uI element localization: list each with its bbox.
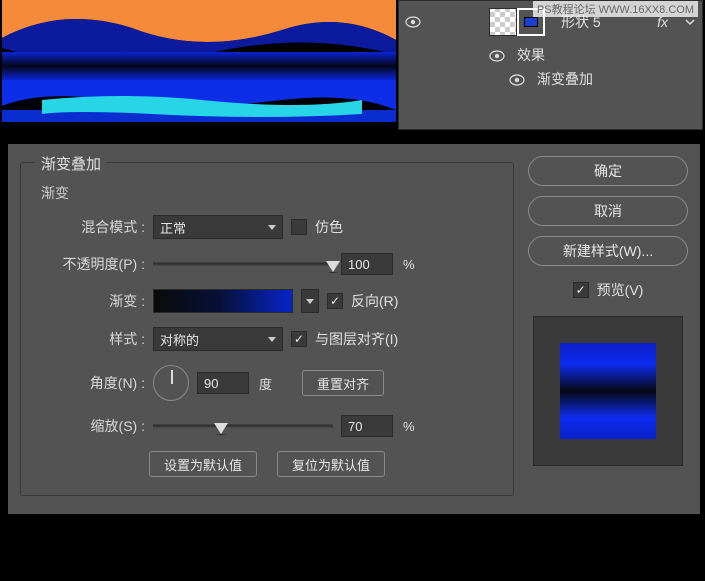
layer-thumbnail[interactable] <box>489 8 517 36</box>
scale-label: 缩放(S) : <box>37 416 145 436</box>
gradient-label: 渐变 : <box>37 291 145 311</box>
blend-mode-label: 混合模式 : <box>37 217 145 237</box>
gradient-swatch[interactable] <box>153 289 293 313</box>
angle-unit: 度 <box>259 374 272 393</box>
new-style-button[interactable]: 新建样式(W)... <box>528 236 688 266</box>
blend-mode-select[interactable]: 正常 <box>153 215 283 239</box>
artwork-preview <box>2 0 396 122</box>
ok-button[interactable]: 确定 <box>528 156 688 186</box>
align-checkbox[interactable] <box>291 331 307 347</box>
scale-unit: % <box>403 419 415 434</box>
layers-panel: PS教程论坛 WWW.16XX8.COM 形状 5 fx 效果 渐变叠加 <box>398 0 703 130</box>
chevron-down-icon <box>268 225 276 230</box>
scale-slider[interactable] <box>153 416 333 436</box>
gradient-overlay-group: 渐变叠加 渐变 混合模式 : 正常 仿色 不透明度(P) : <box>20 162 514 496</box>
gradient-dropdown[interactable] <box>301 289 319 313</box>
effects-label: 效果 <box>517 45 545 65</box>
sub-title: 渐变 <box>41 183 497 203</box>
effect-item-gradient-overlay[interactable]: 渐变叠加 <box>399 67 702 91</box>
layer-style-dialog: 渐变叠加 渐变 混合模式 : 正常 仿色 不透明度(P) : <box>8 144 700 514</box>
cancel-button[interactable]: 取消 <box>528 196 688 226</box>
set-default-button[interactable]: 设置为默认值 <box>149 451 257 477</box>
scale-input[interactable] <box>341 415 393 437</box>
reverse-label: 反向(R) <box>351 291 398 311</box>
style-preview <box>533 316 683 466</box>
watermark: PS教程论坛 WWW.16XX8.COM <box>533 1 698 17</box>
opacity-slider[interactable] <box>153 254 333 274</box>
opacity-input[interactable] <box>341 253 393 275</box>
visibility-toggle-icon[interactable] <box>509 73 525 85</box>
document-canvas <box>0 0 398 130</box>
blend-mode-value: 正常 <box>160 218 186 237</box>
chevron-down-icon <box>268 337 276 342</box>
angle-input[interactable] <box>197 372 249 394</box>
chevron-down-icon <box>306 299 314 304</box>
style-label: 样式 : <box>37 329 145 349</box>
preview-checkbox[interactable] <box>573 282 589 298</box>
preview-swatch <box>560 343 656 439</box>
opacity-label: 不透明度(P) : <box>37 254 145 274</box>
style-select[interactable]: 对称的 <box>153 327 283 351</box>
angle-label: 角度(N) : <box>37 373 145 393</box>
opacity-unit: % <box>403 257 415 272</box>
reset-alignment-button[interactable]: 重置对齐 <box>302 370 384 396</box>
dither-checkbox[interactable] <box>291 219 307 235</box>
angle-dial[interactable] <box>153 365 189 401</box>
visibility-toggle-icon[interactable] <box>489 49 505 61</box>
effect-name: 渐变叠加 <box>537 69 593 89</box>
reset-default-button[interactable]: 复位为默认值 <box>277 451 385 477</box>
group-title: 渐变叠加 <box>35 153 107 174</box>
effects-row[interactable]: 效果 <box>399 43 702 67</box>
visibility-toggle-icon[interactable] <box>405 16 421 28</box>
chevron-down-icon[interactable] <box>684 16 696 28</box>
dither-label: 仿色 <box>315 217 343 237</box>
style-value: 对称的 <box>160 330 199 349</box>
preview-label: 预览(V) <box>597 280 644 300</box>
align-label: 与图层对齐(I) <box>315 329 398 349</box>
reverse-checkbox[interactable] <box>327 293 343 309</box>
